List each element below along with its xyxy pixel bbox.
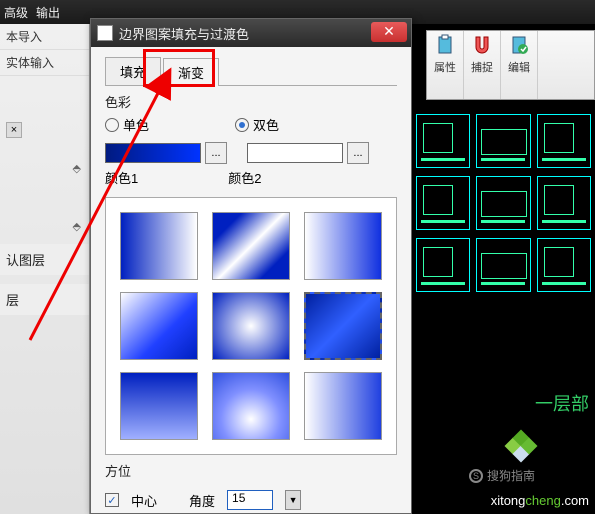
tool-label: 编辑 — [508, 59, 530, 75]
drawing-thumb[interactable] — [537, 176, 591, 230]
color2-preview[interactable] — [247, 143, 343, 163]
gradient-preset[interactable] — [304, 372, 382, 440]
tool-group-snap: 捕捉 — [464, 31, 501, 99]
drawing-thumb[interactable] — [476, 114, 530, 168]
color-mode-row: 单色 双色 — [105, 115, 397, 134]
tab-fill[interactable]: 填充 — [105, 57, 161, 85]
drawing-thumb[interactable] — [537, 238, 591, 292]
radio-label: 单色 — [123, 115, 149, 134]
tab-gradient[interactable]: 渐变 — [163, 58, 219, 86]
color1-swatch: ... — [105, 142, 227, 164]
gradient-preset[interactable] — [120, 212, 198, 280]
panel-item-entity-input[interactable]: 实体输入 — [0, 50, 89, 76]
dialog-titlebar[interactable]: 边界图案填充与过渡色 ✕ — [91, 19, 411, 47]
menu-advanced[interactable]: 高级 — [4, 4, 28, 21]
angle-input[interactable]: 15 — [227, 490, 273, 510]
color1-label: 颜色1 — [105, 168, 138, 187]
tool-group-edit: 编辑 — [501, 31, 538, 99]
gradient-preset[interactable] — [212, 212, 290, 280]
angle-label: 角度 — [189, 491, 215, 510]
close-button[interactable]: ✕ — [371, 22, 407, 42]
center-checkbox[interactable]: ✓ — [105, 493, 119, 507]
color1-preview[interactable] — [105, 143, 201, 163]
color-labels: 颜色1 颜色2 — [105, 168, 397, 187]
drawing-thumb[interactable] — [416, 238, 470, 292]
left-panel: 本导入 实体输入 × ⬘ ⬘ 认图层 层 — [0, 24, 90, 514]
gradient-preset-selected[interactable] — [304, 292, 382, 360]
pin-icon[interactable]: ⬘ — [73, 162, 81, 175]
pin-icon[interactable]: ⬘ — [73, 220, 81, 233]
thumb-row — [412, 234, 595, 296]
color2-picker-button[interactable]: ... — [347, 142, 369, 164]
watermark-xitongcheng: xitongcheng.com — [491, 493, 589, 508]
thumb-row — [412, 110, 595, 172]
menu-output[interactable]: 输出 — [36, 4, 60, 21]
angle-dropdown-button[interactable]: ▼ — [285, 490, 301, 510]
drawing-thumb[interactable] — [416, 114, 470, 168]
gradient-preset[interactable] — [304, 212, 382, 280]
hatch-gradient-dialog: 边界图案填充与过渡色 ✕ 填充 渐变 色彩 单色 双色 ... — [90, 18, 412, 514]
gradient-preset[interactable] — [120, 372, 198, 440]
thumb-row — [412, 172, 595, 234]
gradient-preset[interactable] — [212, 372, 290, 440]
drawing-canvas[interactable]: 一层部 — [412, 110, 595, 514]
gradient-preset[interactable] — [212, 292, 290, 360]
center-label: 中心 — [131, 491, 157, 510]
color2-swatch: ... — [247, 142, 369, 164]
color1-picker-button[interactable]: ... — [205, 142, 227, 164]
radio-single-color[interactable]: 单色 — [105, 115, 149, 134]
drawing-thumb[interactable] — [476, 238, 530, 292]
gradient-preset[interactable] — [120, 292, 198, 360]
app-icon — [97, 25, 113, 41]
tab-strip: 填充 渐变 — [105, 57, 397, 86]
swatch-row: ... ... — [105, 142, 397, 164]
tool-label: 捕捉 — [471, 59, 493, 75]
watermark-logo — [507, 432, 535, 460]
color2-label: 颜色2 — [228, 168, 261, 187]
section-orient-label: 方位 — [105, 461, 397, 480]
edit-clipboard-icon[interactable] — [507, 33, 531, 57]
section-color-label: 色彩 — [105, 92, 397, 111]
panel-item-import[interactable]: 本导入 — [0, 24, 89, 50]
magnet-icon[interactable] — [470, 33, 494, 57]
radio-icon — [105, 118, 119, 132]
radio-label: 双色 — [253, 115, 279, 134]
drawing-thumb[interactable] — [476, 176, 530, 230]
drawing-thumb[interactable] — [416, 176, 470, 230]
dialog-title: 边界图案填充与过渡色 — [119, 24, 405, 43]
layer-item-default[interactable]: 认图层 — [0, 244, 89, 275]
floor-label: 一层部 — [535, 390, 589, 416]
drawing-thumb[interactable] — [537, 114, 591, 168]
layer-item[interactable]: 层 — [0, 284, 89, 315]
gradient-preset-grid — [105, 197, 397, 455]
dialog-body: 填充 渐变 色彩 单色 双色 ... ... — [91, 47, 411, 513]
tool-label: 属性 — [434, 59, 456, 75]
close-icon[interactable]: × — [6, 122, 22, 138]
radio-double-color[interactable]: 双色 — [235, 115, 279, 134]
radio-icon — [235, 118, 249, 132]
orientation-row: ✓ 中心 角度 15 ▼ — [105, 490, 397, 510]
clipboard-icon[interactable] — [433, 33, 457, 57]
watermark-sogou: S搜狗指南 — [469, 467, 535, 484]
tool-group-properties: 属性 — [427, 31, 464, 99]
ribbon-tools: 属性 捕捉 编辑 — [426, 30, 595, 100]
